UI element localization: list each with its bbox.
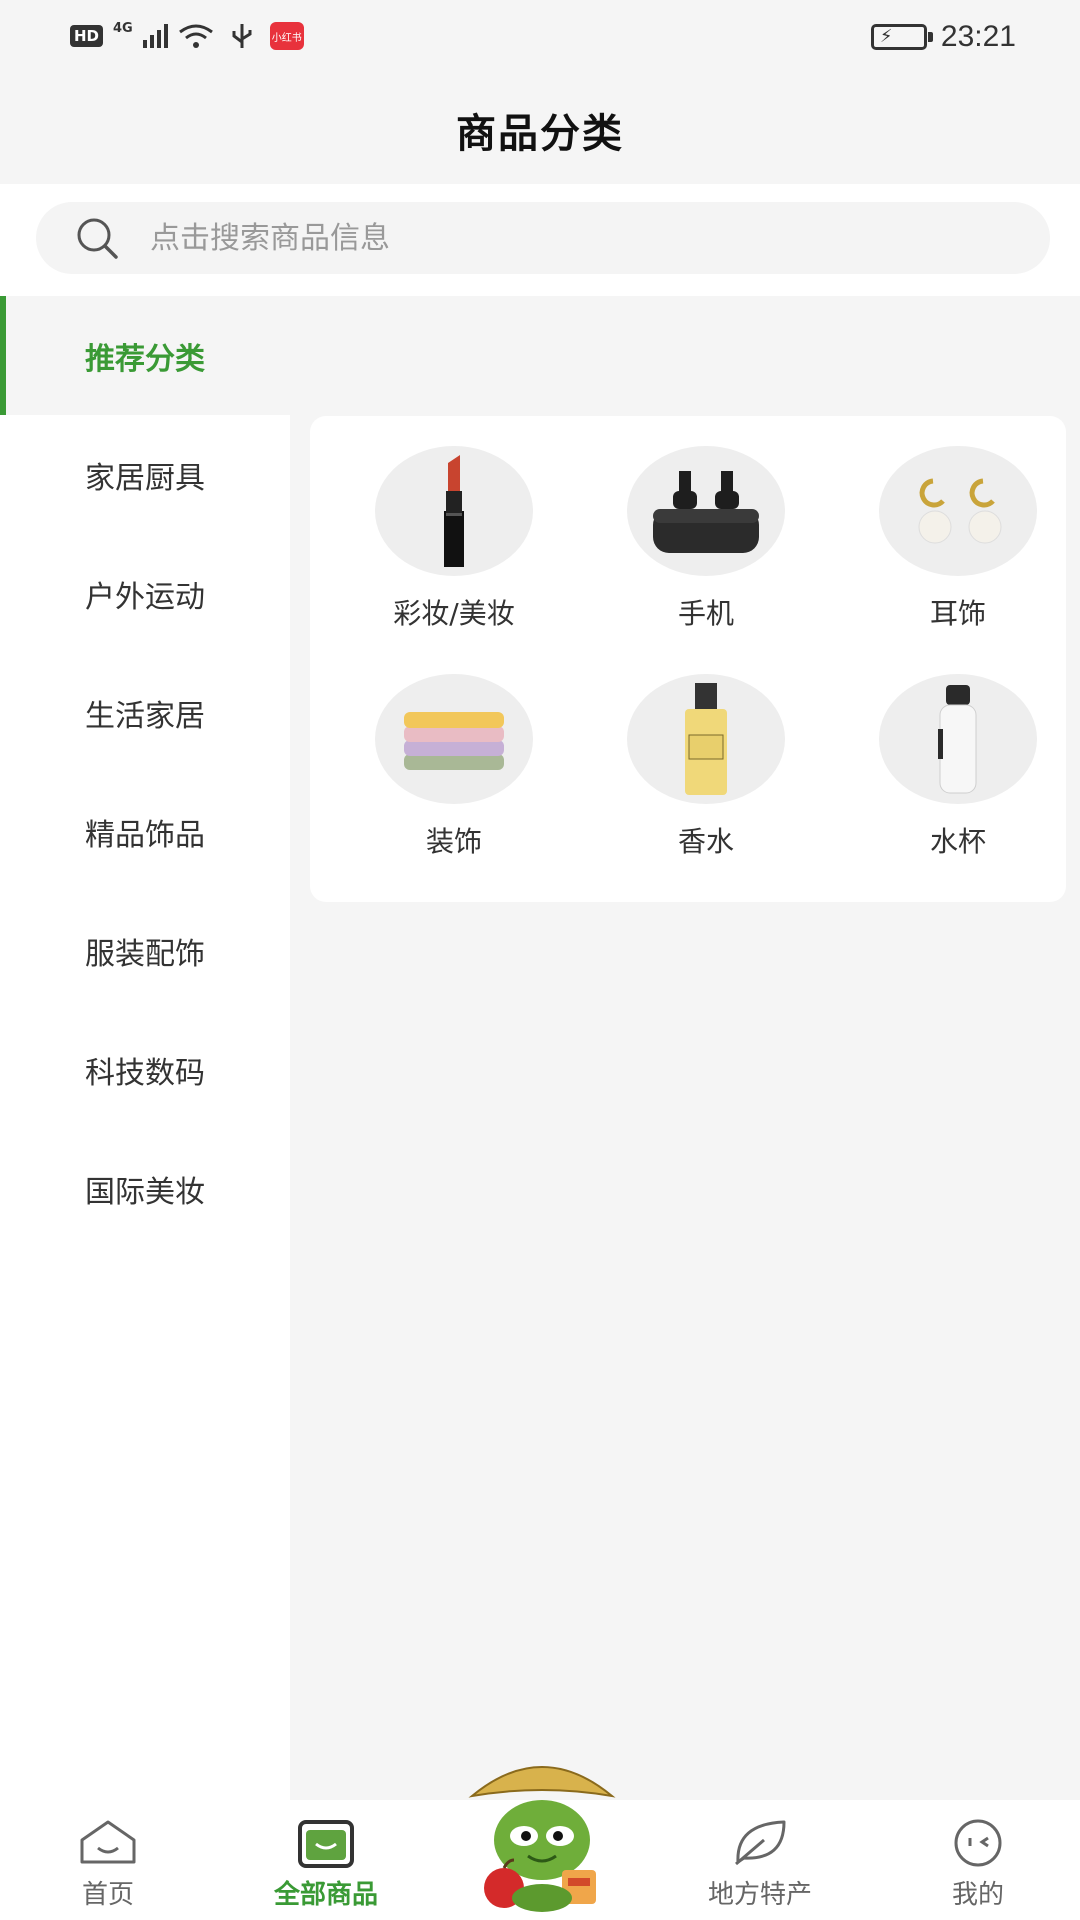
sidebar-item-tech-digital[interactable]: 科技数码 <box>0 1010 290 1129</box>
subcategory-cup[interactable]: 水杯 <box>858 674 1058 860</box>
sidebar-item-outdoor-sports[interactable]: 户外运动 <box>0 534 290 653</box>
search-bar <box>0 184 1080 296</box>
water-bottle-icon <box>879 674 1037 804</box>
sidebar-item-living-home[interactable]: 生活家居 <box>0 653 290 772</box>
subcategory-perfume[interactable]: 香水 <box>606 674 806 860</box>
nav-home[interactable]: 首页 <box>28 1818 188 1911</box>
subcategory-label: 耳饰 <box>929 597 986 630</box>
towel-stack-icon <box>375 674 533 804</box>
subcategory-card: 彩妆/美妆 手机 耳饰 装饰 香水 水杯 <box>310 416 1066 902</box>
lipstick-icon <box>375 446 533 576</box>
earbuds-icon <box>627 446 785 576</box>
clock: 23:21 <box>940 20 1016 53</box>
hd-badge: HD <box>70 25 104 47</box>
nav-mine[interactable]: 我的 <box>898 1818 1058 1911</box>
sidebar-item-home-kitchen[interactable]: 家居厨具 <box>0 415 290 534</box>
nav-label: 地方特产 <box>707 1880 812 1910</box>
sidebar-item-recommended[interactable]: 推荐分类 <box>0 296 290 415</box>
page-header: 商品分类 <box>0 76 1080 184</box>
search-input[interactable] <box>150 220 950 256</box>
pearl-earrings-icon <box>879 446 1037 576</box>
home-icon <box>80 1820 136 1864</box>
page-title: 商品分类 <box>456 111 624 157</box>
subcategory-makeup[interactable]: 彩妆/美妆 <box>354 446 554 632</box>
subcategory-label: 装饰 <box>425 825 482 858</box>
subcategory-label: 彩妆/美妆 <box>393 597 515 630</box>
subcategory-label: 香水 <box>677 825 734 858</box>
category-sidebar: 推荐分类 家居厨具 户外运动 生活家居 精品饰品 服装配饰 科技数码 国际美妆 <box>0 296 290 1800</box>
subcategory-earrings[interactable]: 耳饰 <box>858 446 1058 632</box>
mascot-icon[interactable] <box>462 1748 622 1918</box>
sidebar-item-accessories[interactable]: 精品饰品 <box>0 772 290 891</box>
shopping-bag-icon <box>298 1820 354 1868</box>
nav-label: 全部商品 <box>273 1880 378 1910</box>
perfume-bottle-icon <box>627 674 785 804</box>
status-bar: HD 4G 小红书 ⚡ 23:21 <box>0 0 1080 76</box>
subcategory-decoration[interactable]: 装饰 <box>354 674 554 860</box>
category-content: 彩妆/美妆 手机 耳饰 装饰 香水 水杯 <box>290 296 1080 1800</box>
sidebar-item-apparel[interactable]: 服装配饰 <box>0 891 290 1010</box>
app-notification-badge: 小红书 <box>269 22 304 50</box>
nav-label: 我的 <box>951 1880 1004 1910</box>
subcategory-label: 手机 <box>677 597 734 630</box>
nav-label: 首页 <box>81 1880 134 1910</box>
leaf-icon <box>735 1820 786 1866</box>
search-box[interactable] <box>36 202 1050 274</box>
signal-icon <box>142 24 168 48</box>
bottom-navigation: 首页 全部商品 地方特产 我的 <box>0 1766 1080 1920</box>
wifi-icon <box>178 24 213 48</box>
subcategory-phone[interactable]: 手机 <box>606 446 806 632</box>
subcategory-label: 水杯 <box>929 825 986 858</box>
face-icon <box>954 1819 1002 1867</box>
nav-local-specialty[interactable]: 地方特产 <box>680 1818 840 1911</box>
search-icon <box>77 218 118 259</box>
usb-icon <box>232 24 252 48</box>
battery-icon: ⚡ <box>870 24 933 50</box>
nav-all-products[interactable]: 全部商品 <box>246 1818 406 1911</box>
sidebar-item-intl-beauty[interactable]: 国际美妆 <box>0 1129 290 1248</box>
network-type: 4G <box>113 20 133 36</box>
